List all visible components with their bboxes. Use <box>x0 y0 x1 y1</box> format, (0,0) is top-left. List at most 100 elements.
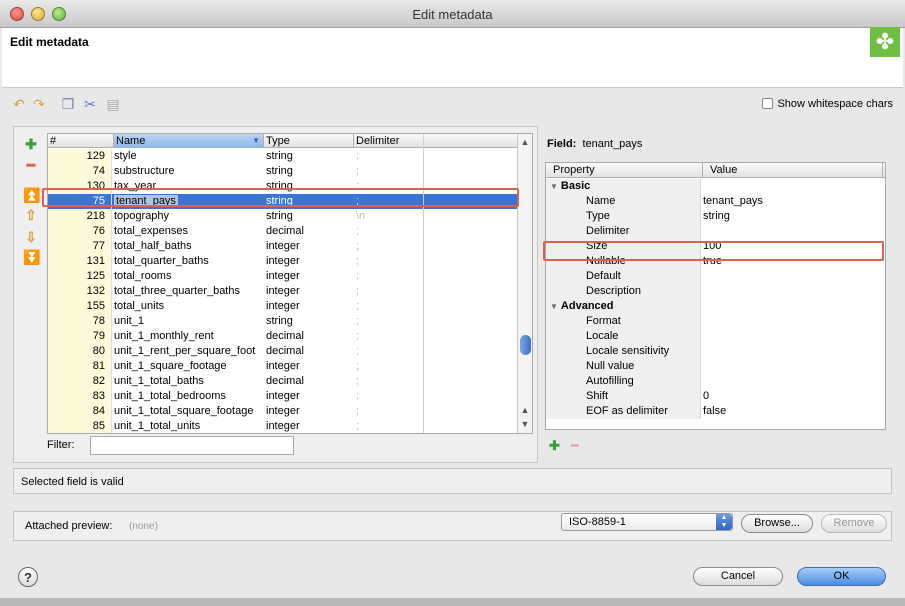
column-header-number[interactable]: # <box>48 134 114 148</box>
column-header-type[interactable]: Type <box>264 134 354 148</box>
scroll-up-arrow-icon[interactable]: ▲ <box>518 136 532 148</box>
field-number-cell[interactable]: 82 <box>48 374 112 389</box>
table-row[interactable]: 76 total_expenses decimal; <box>48 224 518 239</box>
column-header-delimiter[interactable]: Delimiter <box>354 134 424 148</box>
copy-icon[interactable]: ❐ <box>60 96 76 112</box>
field-name-cell[interactable]: style <box>114 149 264 164</box>
field-number-cell[interactable]: 84 <box>48 404 112 419</box>
property-row[interactable]: Type string <box>546 209 885 224</box>
field-number-cell[interactable]: 218 <box>48 209 112 224</box>
move-down-icon[interactable]: ⇩ <box>23 229 39 245</box>
browse-button[interactable]: Browse... <box>741 514 813 533</box>
field-number-cell[interactable]: 76 <box>48 224 112 239</box>
table-row[interactable]: 79 unit_1_monthly_rent decimal; <box>48 329 518 344</box>
field-delimiter-cell[interactable]: ; <box>354 299 422 314</box>
fields-table[interactable]: # Name ▼ Type Delimiter 129 style string; 74… <box>47 133 533 434</box>
field-name-cell[interactable]: unit_1_total_bedrooms <box>114 389 264 404</box>
property-row[interactable]: Format <box>546 314 885 329</box>
property-row[interactable]: EOF as delimiter false <box>546 404 885 419</box>
field-delimiter-cell[interactable]: ; <box>354 374 422 389</box>
expand-triangle-icon[interactable]: ▼ <box>550 302 558 311</box>
table-row[interactable]: 129 style string; <box>48 149 518 164</box>
property-group-row[interactable]: ▼ Advanced <box>546 299 885 314</box>
table-row[interactable]: 132 total_three_quarter_baths integer; <box>48 284 518 299</box>
property-row[interactable]: Locale <box>546 329 885 344</box>
property-row[interactable]: Locale sensitivity <box>546 344 885 359</box>
vertical-scrollbar[interactable]: ▲ ▲ ▼ <box>517 134 532 433</box>
field-name-cell[interactable]: unit_1_rent_per_square_foot <box>114 344 264 359</box>
field-type-cell[interactable]: string <box>264 314 352 329</box>
field-name-cell[interactable]: unit_1 <box>114 314 264 329</box>
zoom-window-button[interactable] <box>52 7 66 21</box>
field-delimiter-cell[interactable]: ; <box>354 224 422 239</box>
property-column-header[interactable]: Property <box>546 163 703 178</box>
property-value[interactable]: false <box>703 404 726 419</box>
field-delimiter-cell[interactable]: ; <box>354 404 422 419</box>
field-name-cell[interactable]: total_half_baths <box>114 239 264 254</box>
field-number-cell[interactable]: 80 <box>48 344 112 359</box>
field-name-cell[interactable]: unit_1_total_units <box>114 419 264 433</box>
table-row[interactable]: 84 unit_1_total_square_footage integer; <box>48 404 518 419</box>
field-type-cell[interactable]: integer <box>264 389 352 404</box>
paste-icon[interactable]: ▤ <box>105 96 121 112</box>
field-type-cell[interactable]: integer <box>264 284 352 299</box>
field-name-cell[interactable]: total_units <box>114 299 264 314</box>
field-type-cell[interactable]: integer <box>264 239 352 254</box>
expand-triangle-icon[interactable]: ▼ <box>550 182 558 191</box>
field-delimiter-cell[interactable]: ; <box>354 254 422 269</box>
table-row[interactable]: 85 unit_1_total_units integer; <box>48 419 518 433</box>
field-name-cell[interactable]: total_rooms <box>114 269 264 284</box>
table-row[interactable]: 81 unit_1_square_footage integer; <box>48 359 518 374</box>
property-value[interactable]: tenant_pays <box>703 194 763 209</box>
field-number-cell[interactable]: 78 <box>48 314 112 329</box>
move-up-icon[interactable]: ⇧ <box>23 207 39 223</box>
field-type-cell[interactable]: integer <box>264 359 352 374</box>
property-row[interactable]: Name tenant_pays <box>546 194 885 209</box>
help-button[interactable]: ? <box>18 567 38 587</box>
column-header-name[interactable]: Name ▼ <box>114 134 264 148</box>
remove-property-icon[interactable]: ━ <box>571 438 579 454</box>
field-type-cell[interactable]: string <box>264 164 352 179</box>
close-window-button[interactable] <box>10 7 24 21</box>
table-row[interactable]: 83 unit_1_total_bedrooms integer; <box>48 389 518 404</box>
field-number-cell[interactable]: 129 <box>48 149 112 164</box>
remove-button[interactable]: Remove <box>821 514 887 533</box>
field-name-cell[interactable]: total_quarter_baths <box>114 254 264 269</box>
field-name-cell[interactable]: unit_1_monthly_rent <box>114 329 264 344</box>
field-delimiter-cell[interactable]: ; <box>354 284 422 299</box>
table-row[interactable]: 155 total_units integer; <box>48 299 518 314</box>
ok-button[interactable]: OK <box>797 567 886 586</box>
property-row[interactable]: Default <box>546 269 885 284</box>
table-row[interactable]: 218 topography string \n <box>48 209 518 224</box>
field-number-cell[interactable]: 83 <box>48 389 112 404</box>
property-row[interactable]: Shift 0 <box>546 389 885 404</box>
add-field-icon[interactable]: ✚ <box>23 136 39 152</box>
field-type-cell[interactable]: integer <box>264 404 352 419</box>
value-column-header[interactable]: Value <box>703 163 883 178</box>
field-name-cell[interactable]: unit_1_square_footage <box>114 359 264 374</box>
property-value[interactable]: string <box>703 209 730 224</box>
encoding-select[interactable]: ISO-8859-1 ▲ ▼ <box>561 513 733 531</box>
field-type-cell[interactable]: decimal <box>264 344 352 359</box>
field-type-cell[interactable]: integer <box>264 419 352 433</box>
field-name-cell[interactable]: substructure <box>114 164 264 179</box>
properties-table[interactable]: Property Value ▼ Basic Name tenant_pays Type… <box>545 162 886 430</box>
field-name-cell[interactable]: total_three_quarter_baths <box>114 284 264 299</box>
field-number-cell[interactable]: 155 <box>48 299 112 314</box>
field-delimiter-cell[interactable]: ; <box>354 359 422 374</box>
field-type-cell[interactable]: integer <box>264 254 352 269</box>
field-delimiter-cell[interactable]: ; <box>354 149 422 164</box>
property-row[interactable]: Null value <box>546 359 885 374</box>
field-number-cell[interactable]: 85 <box>48 419 112 433</box>
field-type-cell[interactable]: integer <box>264 299 352 314</box>
remove-field-icon[interactable]: ━ <box>23 157 39 173</box>
field-delimiter-cell[interactable]: ; <box>354 419 422 433</box>
undo-icon[interactable]: ↶ <box>11 96 27 112</box>
field-type-cell[interactable]: decimal <box>264 224 352 239</box>
move-bottom-icon[interactable]: ⏬ <box>23 249 40 265</box>
scroll-up-arrow-icon[interactable]: ▲ <box>518 404 532 416</box>
field-delimiter-cell[interactable]: ; <box>354 389 422 404</box>
field-number-cell[interactable]: 125 <box>48 269 112 284</box>
property-value[interactable]: 0 <box>703 389 709 404</box>
field-name-cell[interactable]: unit_1_total_square_footage <box>114 404 264 419</box>
